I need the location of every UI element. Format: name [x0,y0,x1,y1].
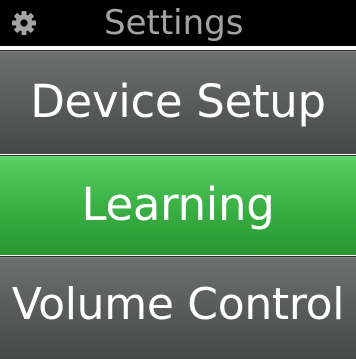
menu-item-label: Volume Control [11,279,345,330]
page-title: Settings [104,3,244,43]
menu-item-volume-control[interactable]: Volume Control [0,256,356,359]
settings-screen: Settings Device Setup Learning Volume Co… [0,0,356,359]
menu-item-learning[interactable]: Learning [0,155,356,255]
menu-item-label: Device Setup [30,75,326,128]
gear-icon [12,11,36,35]
header-bar: Settings [0,0,356,46]
menu-item-label: Learning [81,178,275,231]
menu-item-device-setup[interactable]: Device Setup [0,50,356,154]
